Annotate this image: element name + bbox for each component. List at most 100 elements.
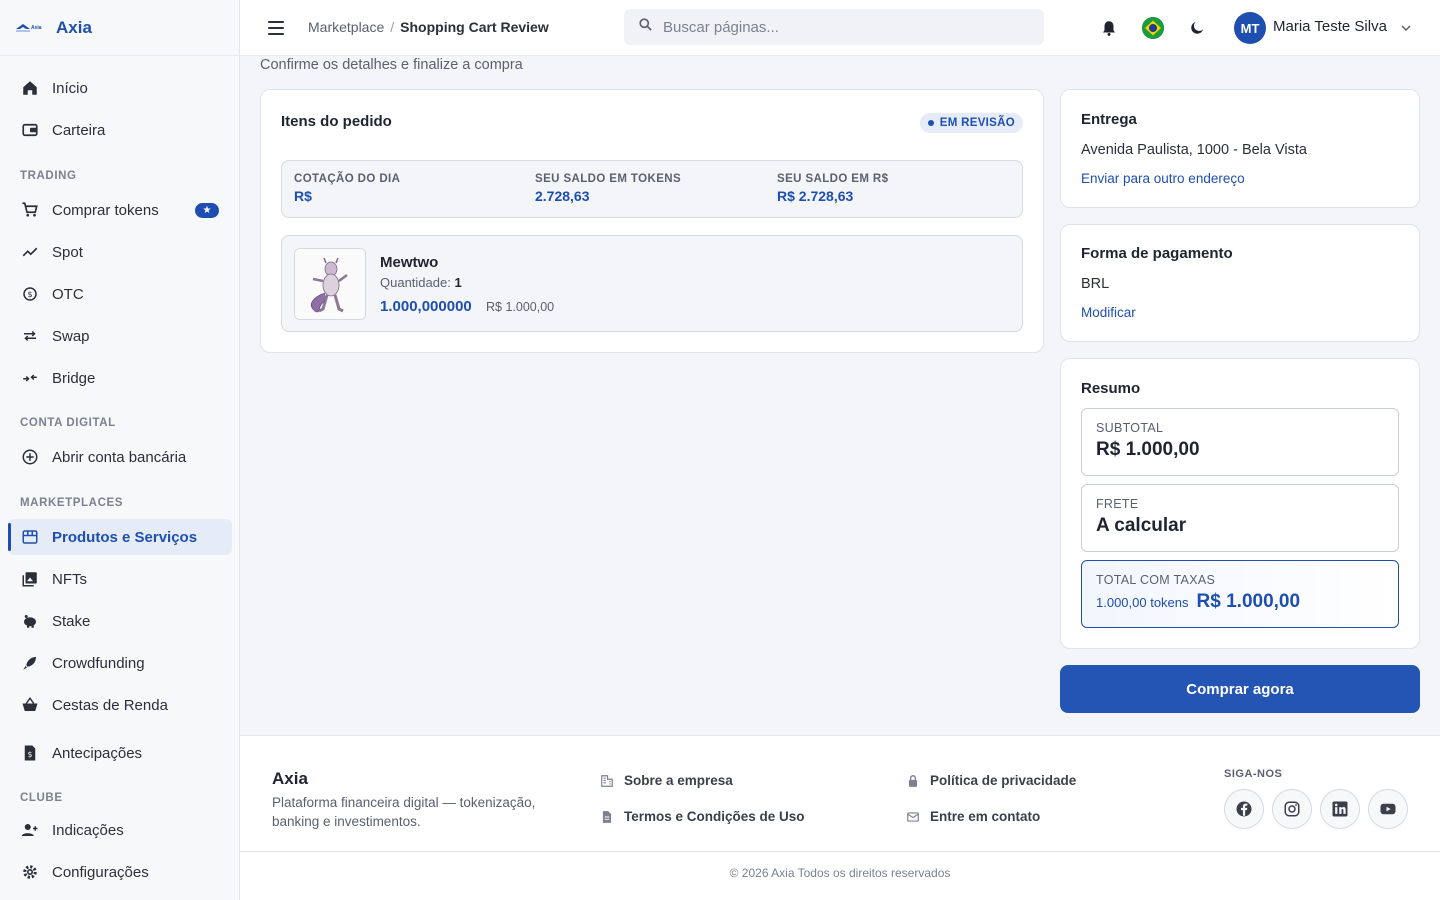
modify-payment-link[interactable]: Modificar <box>1081 305 1136 320</box>
youtube-icon[interactable] <box>1368 789 1408 829</box>
breadcrumb-marketplace[interactable]: Marketplace <box>308 19 384 35</box>
footer-link-label: Termos e Condições de Uso <box>624 809 805 824</box>
breadcrumb-separator: / <box>390 19 395 35</box>
footer-link-terms[interactable]: Termos e Condições de Uso <box>600 809 805 824</box>
subtotal-label: SUBTOTAL <box>1096 421 1164 435</box>
sidebar-item-indicacoes[interactable]: Indicações <box>8 812 232 848</box>
product-image[interactable] <box>294 248 366 320</box>
section-conta-digital: CONTA DIGITAL <box>20 417 116 429</box>
order-items-card: Itens do pedido EM REVISÃO COTAÇÃO DO DI… <box>260 89 1044 353</box>
stat-value: R$ 2.728,63 <box>777 188 854 204</box>
section-trading: TRADING <box>20 170 77 182</box>
search-icon <box>638 17 653 37</box>
sidebar-item-label: Configurações <box>52 863 149 881</box>
sidebar-item-label: Bridge <box>52 369 96 387</box>
sidebar-item-stake[interactable]: Stake <box>8 603 232 639</box>
payment-method: BRL <box>1081 276 1110 292</box>
sidebar: Axia Axia Início Carteira TRADING Compra… <box>0 0 240 900</box>
search-input[interactable] <box>663 18 1023 36</box>
order-items-title: Itens do pedido <box>281 113 392 130</box>
sidebar-item-cestas-renda[interactable]: Cestas de Renda <box>8 687 232 723</box>
sidebar-item-carteira[interactable]: Carteira <box>8 112 232 148</box>
footer-description: Plataforma financeira digital — tokeniza… <box>272 795 536 829</box>
buy-now-button[interactable]: Comprar agora <box>1060 665 1420 713</box>
trend-icon <box>20 242 40 262</box>
storefront-icon <box>20 527 40 547</box>
product-name: Mewtwo <box>380 254 439 271</box>
summary-title: Resumo <box>1081 380 1141 397</box>
rocket-icon <box>20 653 40 673</box>
footer-link-privacy[interactable]: Política de privacidade <box>906 773 1076 788</box>
stat-value: R$ <box>294 188 312 204</box>
section-marketplaces: MARKETPLACES <box>20 497 124 509</box>
sidebar-item-label: Indicações <box>52 821 124 839</box>
delivery-card: Entrega Avenida Paulista, 1000 - Bela Vi… <box>1060 89 1420 208</box>
sidebar-item-label: Crowdfunding <box>52 654 145 672</box>
sidebar-item-label: Stake <box>52 612 91 630</box>
sidebar-item-label: NFTs <box>52 570 87 588</box>
search-bar[interactable] <box>624 9 1044 45</box>
sidebar-item-swap[interactable]: Swap <box>8 318 232 354</box>
add-circle-icon <box>20 447 40 467</box>
swap-icon <box>20 326 40 346</box>
sidebar-item-label: Antecipações <box>52 744 143 762</box>
sidebar-item-produtos-servicos[interactable]: Produtos e Serviços <box>8 519 232 555</box>
footer-link-about[interactable]: Sobre a empresa <box>600 773 733 788</box>
stat-label: COTAÇÃO DO DIA <box>294 173 401 185</box>
quantity-label: Quantidade: <box>380 275 451 290</box>
footer-link-contact[interactable]: Entre em contato <box>906 809 1040 824</box>
language-flag-icon[interactable] <box>1141 16 1165 40</box>
instagram-icon[interactable] <box>1272 789 1312 829</box>
document-icon <box>600 810 614 824</box>
sidebar-item-otc[interactable]: $ OTC <box>8 276 232 312</box>
sidebar-item-label: Carteira <box>52 121 106 139</box>
sidebar-item-bridge[interactable]: Bridge <box>8 360 232 396</box>
product-token-price: 1.000,000000 <box>380 298 472 315</box>
product-quantity: Quantidade: 1 <box>380 275 462 290</box>
sidebar-item-configuracoes[interactable]: Configurações <box>8 854 232 890</box>
facebook-icon[interactable] <box>1224 789 1264 829</box>
change-address-link[interactable]: Enviar para outro endereço <box>1081 171 1245 186</box>
total-box: TOTAL COM TAXAS 1.000,00 tokens R$ 1.000… <box>1081 560 1399 628</box>
dark-mode-icon[interactable] <box>1185 16 1209 40</box>
sidebar-item-comprar-tokens[interactable]: Comprar tokens ★ <box>8 192 232 228</box>
sidebar-item-nfts[interactable]: NFTs <box>8 561 232 597</box>
brand-name: Axia <box>56 17 92 37</box>
bell-icon[interactable] <box>1097 16 1121 40</box>
piggy-bank-icon <box>20 611 40 631</box>
cart-item: Mewtwo Quantidade: 1 1.000,000000 R$ 1.0… <box>281 235 1023 332</box>
total-value: R$ 1.000,00 <box>1196 591 1301 612</box>
quantity-value: 1 <box>454 275 462 290</box>
sidebar-item-label: Produtos e Serviços <box>52 528 198 546</box>
stat-quote: COTAÇÃO DO DIA R$ <box>294 173 400 204</box>
footer-link-label: Sobre a empresa <box>624 773 733 788</box>
sidebar-item-antecipacoes[interactable]: $ Antecipações <box>8 735 232 771</box>
delivery-address: Avenida Paulista, 1000 - Bela Vista <box>1081 142 1307 158</box>
sidebar-item-label: Comprar tokens <box>52 201 159 219</box>
user-name[interactable]: Maria Teste Silva <box>1273 18 1387 35</box>
shipping-label: FRETE <box>1096 497 1139 511</box>
product-brl-price: R$ 1.000,00 <box>486 300 555 314</box>
building-icon <box>600 774 614 788</box>
lock-icon <box>906 774 920 788</box>
basket-icon <box>20 695 40 715</box>
sidebar-item-label: OTC <box>52 285 84 303</box>
menu-icon[interactable] <box>266 18 286 38</box>
image-collection-icon <box>20 569 40 589</box>
chevron-down-icon[interactable] <box>1398 20 1414 36</box>
brand[interactable]: Axia Axia <box>0 0 239 56</box>
sidebar-item-label: Cestas de Renda <box>52 696 168 714</box>
invoice-icon: $ <box>20 743 40 763</box>
avatar[interactable]: MT <box>1234 12 1266 44</box>
sidebar-item-spot[interactable]: Spot <box>8 234 232 270</box>
subtotal-value: R$ 1.000,00 <box>1096 439 1200 460</box>
summary-card: Resumo SUBTOTAL R$ 1.000,00 FRETE A calc… <box>1060 358 1420 649</box>
stat-value: 2.728,63 <box>535 188 590 204</box>
svg-text:$: $ <box>27 289 32 299</box>
linkedin-icon[interactable] <box>1320 789 1360 829</box>
subtotal-box: SUBTOTAL R$ 1.000,00 <box>1081 408 1399 476</box>
sidebar-item-inicio[interactable]: Início <box>8 70 232 106</box>
sidebar-item-crowdfunding[interactable]: Crowdfunding <box>8 645 232 681</box>
sidebar-item-abrir-conta[interactable]: Abrir conta bancária <box>8 439 232 475</box>
stat-label: SEU SALDO EM R$ <box>777 173 889 185</box>
